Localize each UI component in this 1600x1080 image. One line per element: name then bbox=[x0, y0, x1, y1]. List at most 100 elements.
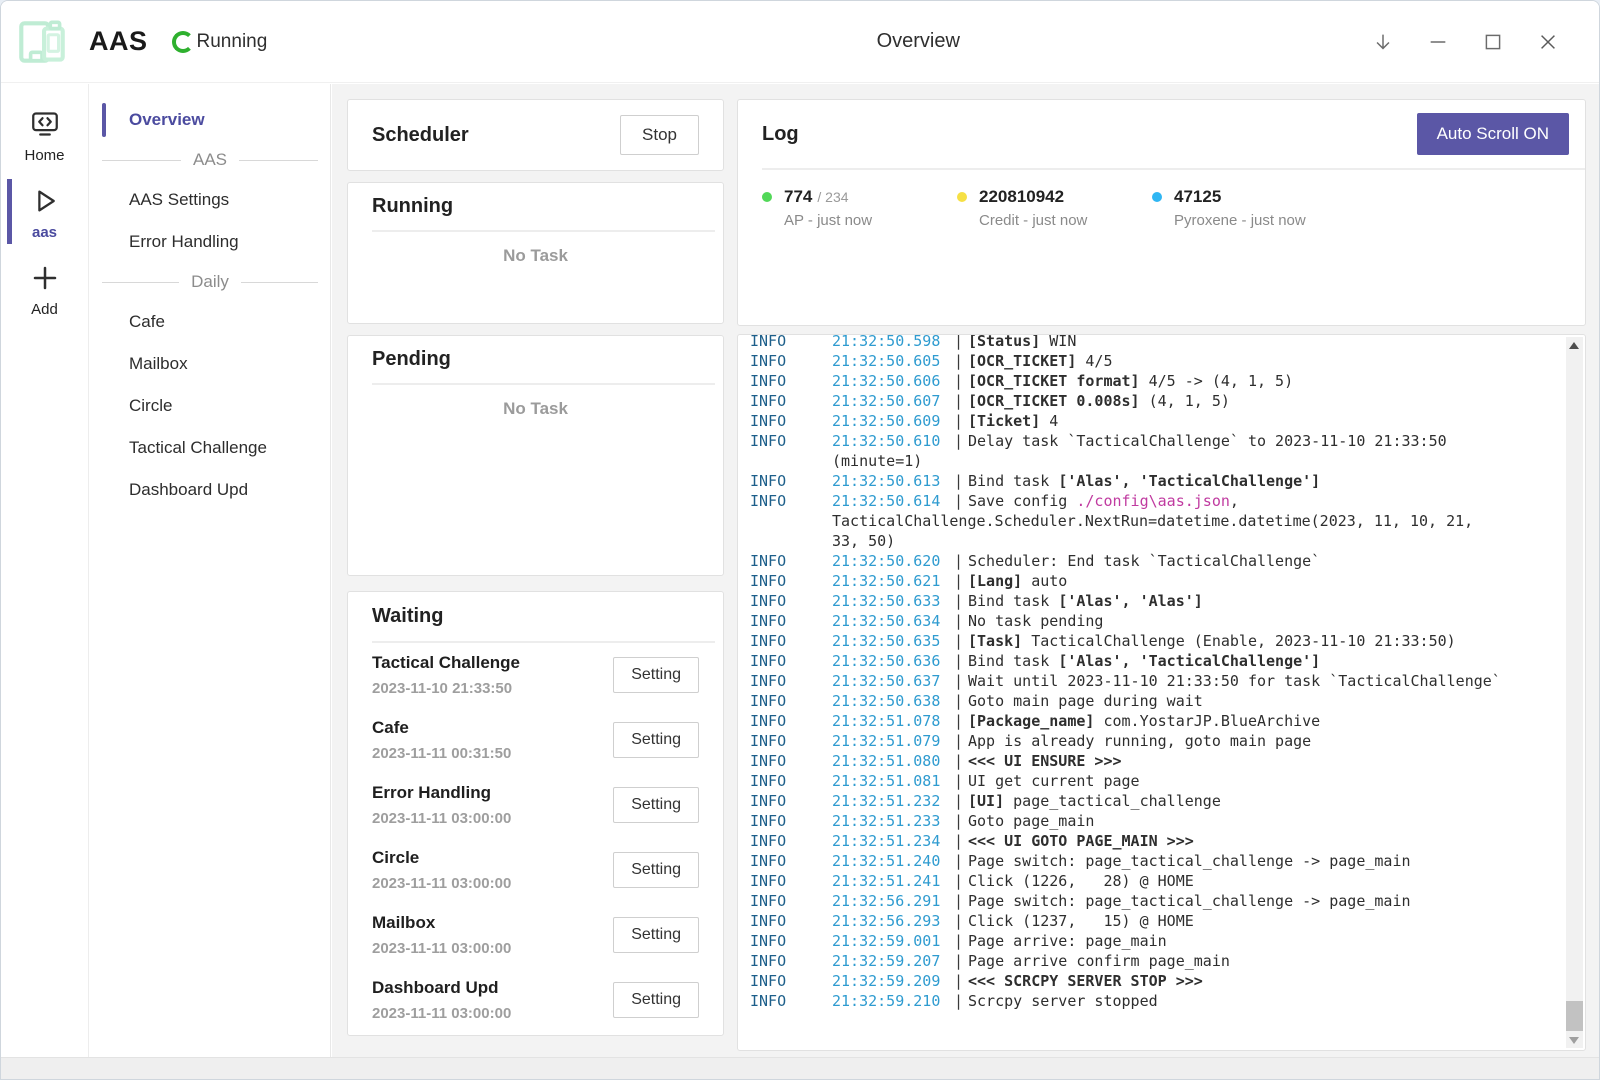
auto-scroll-button[interactable]: Auto Scroll ON bbox=[1417, 113, 1569, 155]
log-message: Page arrive confirm page_main bbox=[968, 951, 1561, 971]
log-line: INFO21:32:51.081|UI get current page bbox=[750, 771, 1561, 791]
waiting-task-row: Circle 2023-11-11 03:00:00 Setting bbox=[372, 838, 699, 903]
log-level: INFO bbox=[750, 391, 832, 411]
log-level: INFO bbox=[750, 351, 832, 371]
log-level: INFO bbox=[750, 951, 832, 971]
log-separator: | bbox=[954, 334, 968, 351]
sidebar-item-cafe[interactable]: Cafe bbox=[90, 301, 330, 343]
app-logo-icon bbox=[13, 13, 71, 71]
sidebar-item-tactical-challenge[interactable]: Tactical Challenge bbox=[90, 427, 330, 469]
log-stat: 220810942Credit - just now bbox=[957, 187, 1152, 229]
log-line-continuation: 33, 50) bbox=[750, 531, 1561, 551]
log-card: Log Auto Scroll ON 774/ 234AP - just now… bbox=[737, 99, 1586, 326]
log-separator: | bbox=[954, 471, 968, 491]
task-next-run: 2023-11-11 00:31:50 bbox=[372, 745, 511, 762]
log-separator: | bbox=[954, 371, 968, 391]
log-message: Delay task `TacticalChallenge` to 2023-1… bbox=[968, 431, 1561, 451]
task-next-run: 2023-11-11 03:00:00 bbox=[372, 875, 511, 892]
resource-stats: 774/ 234AP - just now220810942Credit - j… bbox=[762, 170, 1569, 229]
log-output[interactable]: INFO21:32:50.598|[Status] WININFO21:32:5… bbox=[737, 334, 1586, 1051]
sidebar: OverviewAASAAS SettingsError HandlingDai… bbox=[90, 84, 331, 1057]
task-name: Mailbox bbox=[372, 913, 511, 933]
scheduler-title: Scheduler bbox=[372, 124, 469, 147]
log-line: INFO21:32:50.609|[Ticket] 4 bbox=[750, 411, 1561, 431]
task-setting-button[interactable]: Setting bbox=[613, 982, 699, 1018]
log-separator: | bbox=[954, 651, 968, 671]
log-message: Bind task ['Alas', 'TacticalChallenge'] bbox=[968, 651, 1561, 671]
task-setting-button[interactable]: Setting bbox=[613, 657, 699, 693]
waiting-task-list: Tactical Challenge2023-11-10 21:33:50Set… bbox=[372, 643, 699, 1033]
log-separator: | bbox=[954, 411, 968, 431]
log-separator: | bbox=[954, 771, 968, 791]
log-scrollbar[interactable] bbox=[1566, 337, 1583, 1048]
log-line: INFO21:32:59.001|Page arrive: page_main bbox=[750, 931, 1561, 951]
pending-title: Pending bbox=[372, 348, 699, 371]
task-setting-button[interactable]: Setting bbox=[613, 852, 699, 888]
stat-dot-icon bbox=[762, 192, 772, 202]
task-setting-button[interactable]: Setting bbox=[613, 787, 699, 823]
log-timestamp: 21:32:56.293 bbox=[832, 911, 954, 931]
log-level: INFO bbox=[750, 931, 832, 951]
log-message: Bind task ['Alas', 'Alas'] bbox=[968, 591, 1561, 611]
log-message: <<< UI GOTO PAGE_MAIN >>> bbox=[968, 831, 1561, 851]
maximize-button[interactable] bbox=[1482, 31, 1504, 53]
log-level-empty bbox=[750, 511, 832, 531]
log-timestamp: 21:32:59.209 bbox=[832, 971, 954, 991]
rail-item-home[interactable]: Home bbox=[1, 97, 88, 172]
log-timestamp: 21:32:50.614 bbox=[832, 491, 954, 511]
log-line: INFO21:32:51.241|Click (1226, 28) @ HOME bbox=[750, 871, 1561, 891]
sidebar-item-circle[interactable]: Circle bbox=[90, 385, 330, 427]
task-name: Dashboard Upd bbox=[372, 978, 511, 998]
sidebar-item-overview[interactable]: Overview bbox=[90, 99, 330, 141]
log-separator: | bbox=[954, 571, 968, 591]
page-title: Overview bbox=[877, 30, 960, 53]
task-name: Cafe bbox=[372, 718, 511, 738]
log-timestamp: 21:32:50.621 bbox=[832, 571, 954, 591]
pending-card: Pending No Task bbox=[347, 335, 724, 576]
log-line: INFO21:32:50.607|[OCR_TICKET 0.008s] (4,… bbox=[750, 391, 1561, 411]
log-separator: | bbox=[954, 811, 968, 831]
log-line: INFO21:32:50.613|Bind task ['Alas', 'Tac… bbox=[750, 471, 1561, 491]
log-message: Click (1237, 15) @ HOME bbox=[968, 911, 1561, 931]
stat-dot-icon bbox=[1152, 192, 1162, 202]
sidebar-item-aas-settings[interactable]: AAS Settings bbox=[90, 179, 330, 221]
log-level: INFO bbox=[750, 571, 832, 591]
task-info: Dashboard Upd2023-11-11 03:00:00 bbox=[372, 978, 511, 1022]
log-message: Page arrive: page_main bbox=[968, 931, 1561, 951]
running-empty-text: No Task bbox=[372, 246, 699, 266]
log-message: Goto page_main bbox=[968, 811, 1561, 831]
log-separator: | bbox=[954, 751, 968, 771]
task-info: Error Handling2023-11-11 03:00:00 bbox=[372, 783, 511, 827]
download-button[interactable] bbox=[1372, 31, 1394, 53]
task-info: Mailbox2023-11-11 03:00:00 bbox=[372, 913, 511, 957]
sidebar-item-mailbox[interactable]: Mailbox bbox=[90, 343, 330, 385]
log-line: INFO21:32:51.080|<<< UI ENSURE >>> bbox=[750, 751, 1561, 771]
close-button[interactable] bbox=[1537, 31, 1559, 53]
scroll-up-icon[interactable] bbox=[1569, 342, 1579, 349]
log-timestamp: 21:32:50.605 bbox=[832, 351, 954, 371]
log-message: [Lang] auto bbox=[968, 571, 1561, 591]
log-message: [OCR_TICKET] 4/5 bbox=[968, 351, 1561, 371]
task-setting-button[interactable]: Setting bbox=[613, 722, 699, 758]
log-timestamp: 21:32:51.233 bbox=[832, 811, 954, 831]
sidebar-item-error-handling[interactable]: Error Handling bbox=[90, 221, 330, 263]
scrollbar-thumb[interactable] bbox=[1566, 1001, 1583, 1031]
log-level: INFO bbox=[750, 871, 832, 891]
log-level: INFO bbox=[750, 431, 832, 451]
minimize-button[interactable] bbox=[1427, 31, 1449, 53]
waiting-task-row: Mailbox2023-11-11 03:00:00 Setting bbox=[372, 903, 699, 968]
log-timestamp: 21:32:59.210 bbox=[832, 991, 954, 1011]
sidebar-item-dashboard-upd[interactable]: Dashboard Upd bbox=[90, 469, 330, 511]
log-level: INFO bbox=[750, 731, 832, 751]
log-separator: | bbox=[954, 951, 968, 971]
log-level: INFO bbox=[750, 671, 832, 691]
rail-item-add[interactable]: Add bbox=[1, 251, 88, 326]
task-setting-button[interactable]: Setting bbox=[613, 917, 699, 953]
sidebar-group-label: Daily bbox=[191, 272, 229, 292]
task-name: Circle bbox=[372, 848, 511, 868]
log-separator: | bbox=[954, 711, 968, 731]
log-message: [UI] page_tactical_challenge bbox=[968, 791, 1561, 811]
rail-item-aas[interactable]: aas bbox=[1, 174, 88, 249]
scroll-down-icon[interactable] bbox=[1569, 1037, 1579, 1044]
stop-button[interactable]: Stop bbox=[620, 115, 699, 155]
